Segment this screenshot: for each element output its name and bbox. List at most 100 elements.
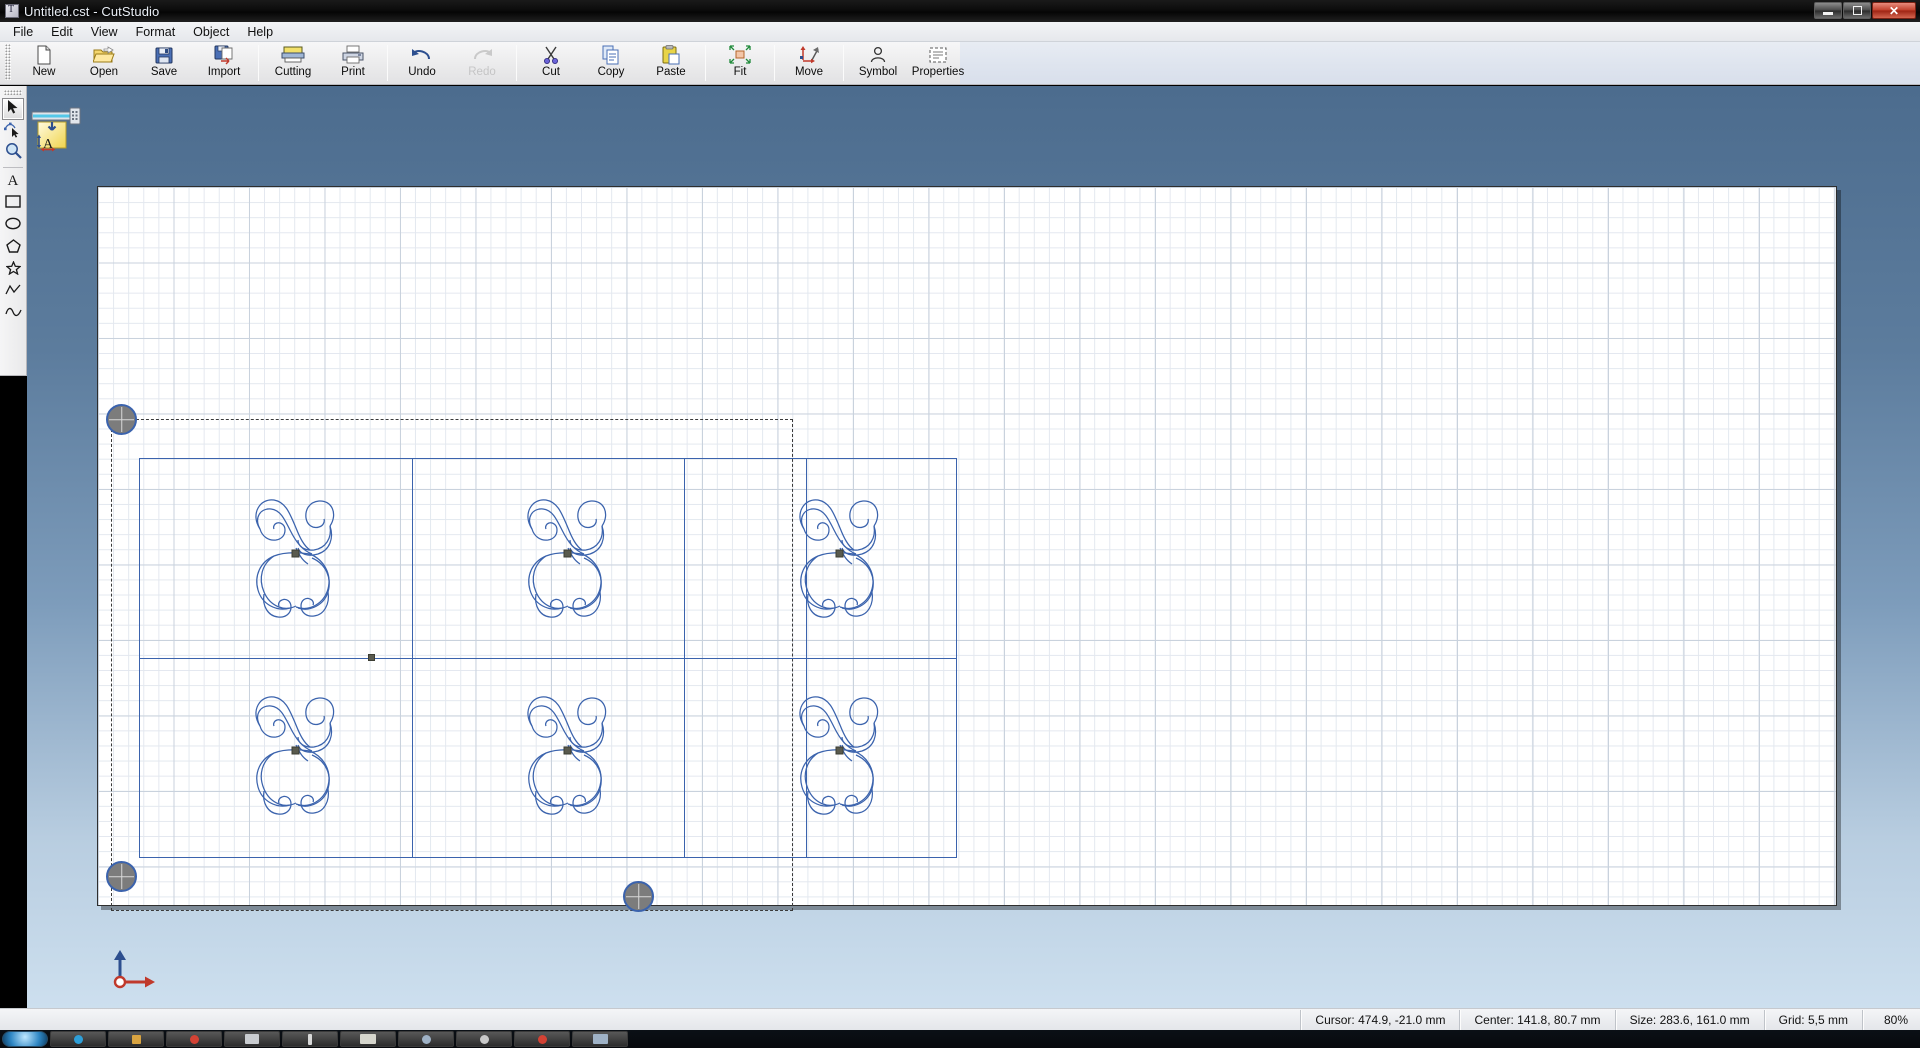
taskbar-item[interactable] xyxy=(456,1031,512,1047)
text-a-icon: A xyxy=(6,172,21,192)
tool-freehand[interactable] xyxy=(2,303,24,325)
menu-bar: File Edit View Format Object Help xyxy=(0,22,1920,42)
cutting-plotter-letter-icon[interactable]: A xyxy=(28,96,84,152)
maximize-button[interactable] xyxy=(1843,2,1871,19)
redo-button-label: Redo xyxy=(468,67,496,79)
move-button[interactable]: Move xyxy=(779,42,839,83)
wave-curve-icon xyxy=(5,305,22,323)
print-button[interactable]: Print xyxy=(323,42,383,83)
menu-object[interactable]: Object xyxy=(184,23,238,41)
cutstudio-window: Untitled.cst - CutStudio ✕ File Edit Vie… xyxy=(0,0,1920,1048)
panel-icon xyxy=(593,1034,608,1044)
save-button[interactable]: Save xyxy=(134,42,194,83)
menu-help[interactable]: Help xyxy=(238,23,282,41)
menu-file[interactable]: File xyxy=(4,23,42,41)
undo-button[interactable]: Undo xyxy=(392,42,452,83)
status-bar: Cursor: 474.9, -21.0 mm Center: 141.8, 8… xyxy=(0,1008,1920,1030)
list-item[interactable] xyxy=(784,681,894,831)
cut-button[interactable]: Cut xyxy=(521,42,581,83)
handle-bottom-center[interactable] xyxy=(623,881,654,912)
canvas-workspace[interactable] xyxy=(27,86,1920,1026)
pentagon-icon xyxy=(6,239,21,258)
window-title: Untitled.cst - CutStudio xyxy=(24,4,159,19)
record-icon xyxy=(190,1035,199,1044)
tool-select-arrow[interactable] xyxy=(2,98,24,120)
cut-button-label: Cut xyxy=(542,67,560,79)
object-group-outline[interactable] xyxy=(139,458,957,858)
fit-button[interactable]: Fit xyxy=(710,42,770,83)
tool-palette: A xyxy=(0,86,27,376)
list-item[interactable] xyxy=(784,484,894,634)
list-item[interactable] xyxy=(240,681,350,831)
tool-polyline[interactable] xyxy=(2,281,24,303)
tool-text[interactable]: A xyxy=(2,171,24,193)
person-symbol-icon xyxy=(866,45,890,65)
list-item[interactable] xyxy=(240,484,350,634)
status-size: Size: 283.6, 161.0 mm xyxy=(1615,1010,1764,1030)
floppy-disk-icon xyxy=(152,45,176,65)
ornament-scroll-flourish xyxy=(784,681,894,831)
start-orb-icon[interactable] xyxy=(2,1031,48,1047)
toolbar-separator xyxy=(516,45,517,81)
close-button[interactable]: ✕ xyxy=(1872,2,1916,19)
properties-button-label: Properties xyxy=(912,67,964,79)
handle-bottom-left[interactable] xyxy=(106,861,137,892)
toolbar-drag-grip[interactable] xyxy=(5,44,11,80)
taskbar-item[interactable] xyxy=(398,1031,454,1047)
group-midpoint-marker[interactable] xyxy=(368,654,375,661)
cutting-button[interactable]: Cutting xyxy=(263,42,323,83)
redo-button[interactable]: Redo xyxy=(452,42,512,83)
magnifier-icon xyxy=(5,142,22,164)
printer-icon xyxy=(360,1034,376,1044)
taskbar-item[interactable] xyxy=(108,1031,164,1047)
properties-button[interactable]: Properties xyxy=(908,42,968,83)
undo-button-label: Undo xyxy=(408,67,436,79)
circle-icon xyxy=(480,1035,489,1044)
new-button-label: New xyxy=(32,67,55,79)
paste-button[interactable]: Paste xyxy=(641,42,701,83)
cutting-button-label: Cutting xyxy=(275,67,311,79)
handle-top-left[interactable] xyxy=(106,404,137,435)
menu-edit[interactable]: Edit xyxy=(42,23,82,41)
menu-format[interactable]: Format xyxy=(127,23,185,41)
open-button[interactable]: Open xyxy=(74,42,134,83)
new-button[interactable]: New xyxy=(14,42,74,83)
arrow-pointer-icon xyxy=(6,99,20,120)
taskbar-item[interactable] xyxy=(224,1031,280,1047)
tool-rectangle[interactable] xyxy=(2,193,24,215)
menu-view[interactable]: View xyxy=(82,23,127,41)
tool-ellipse[interactable] xyxy=(2,215,24,237)
node-edit-icon xyxy=(4,120,22,143)
window-icon xyxy=(245,1034,259,1044)
tool-polygon[interactable] xyxy=(2,237,24,259)
palette-drag-grip[interactable] xyxy=(4,90,22,95)
ornament-scroll-flourish xyxy=(240,484,350,634)
taskbar-item[interactable] xyxy=(166,1031,222,1047)
import-button[interactable]: Import xyxy=(194,42,254,83)
minimize-button[interactable] xyxy=(1814,2,1842,19)
taskbar-item[interactable] xyxy=(50,1031,106,1047)
opera-icon xyxy=(538,1035,547,1044)
toolbar-separator xyxy=(258,45,259,81)
taskbar-item[interactable] xyxy=(514,1031,570,1047)
taskbar-item[interactable] xyxy=(282,1031,338,1047)
pin-icon xyxy=(308,1034,312,1045)
list-item[interactable] xyxy=(512,681,622,831)
tool-star[interactable] xyxy=(2,259,24,281)
tool-node-edit[interactable] xyxy=(2,120,24,142)
print-button-label: Print xyxy=(341,67,365,79)
status-zoom: 80% xyxy=(1862,1010,1920,1030)
fit-button-label: Fit xyxy=(734,67,747,79)
copy-button[interactable]: Copy xyxy=(581,42,641,83)
tool-zoom[interactable] xyxy=(2,142,24,164)
taskbar-item[interactable] xyxy=(340,1031,396,1047)
paste-button-label: Paste xyxy=(656,67,685,79)
list-item[interactable] xyxy=(512,484,622,634)
taskbar-item[interactable] xyxy=(572,1031,628,1047)
app-icon xyxy=(5,4,19,18)
ornament-scroll-flourish xyxy=(784,484,894,634)
symbol-button[interactable]: Symbol xyxy=(848,42,908,83)
open-folder-icon xyxy=(92,45,116,65)
ellipse-icon xyxy=(5,217,21,235)
origin-axes-marker xyxy=(111,946,155,988)
